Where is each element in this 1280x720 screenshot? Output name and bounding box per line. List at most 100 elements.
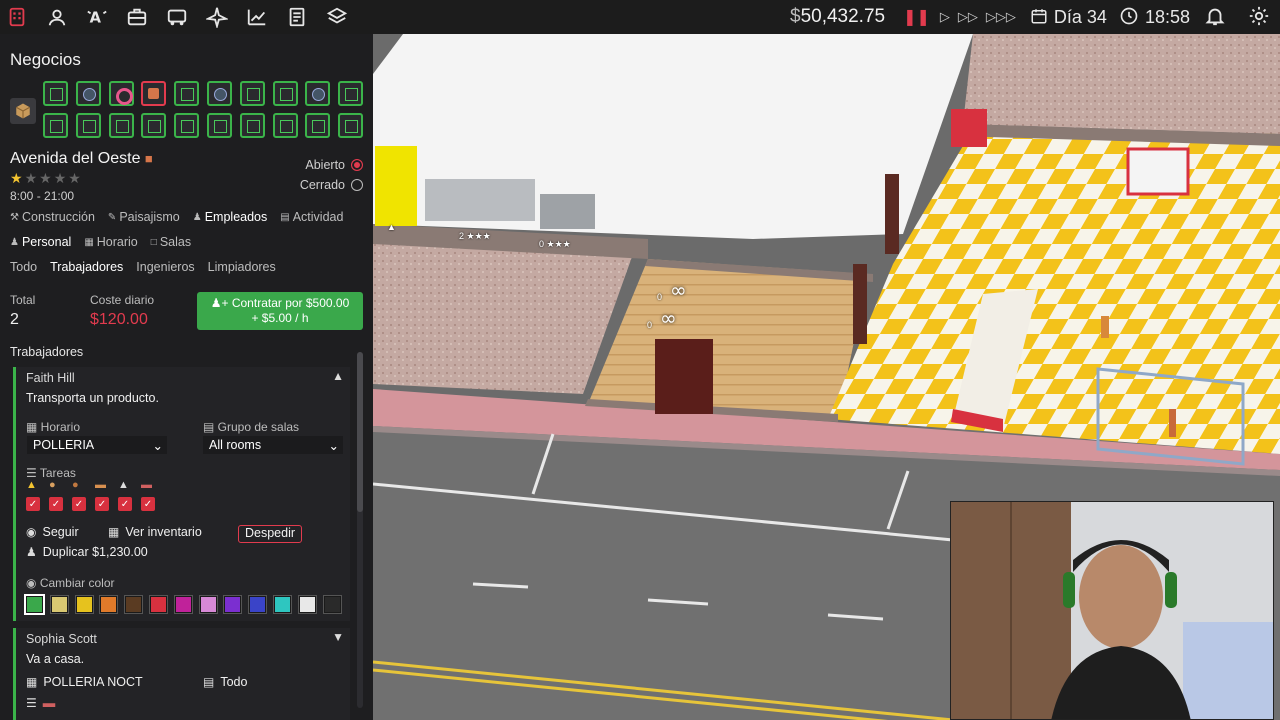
business-slot[interactable] bbox=[239, 81, 265, 106]
color-swatch[interactable] bbox=[198, 595, 218, 614]
filter-limpiadores[interactable]: Limpiadores bbox=[208, 260, 276, 274]
business-slot[interactable] bbox=[207, 81, 232, 106]
person-face bbox=[1079, 545, 1163, 649]
color-swatch[interactable] bbox=[297, 595, 317, 614]
business-slot[interactable] bbox=[108, 113, 134, 138]
hire-line1: Contratar por $500.00 bbox=[231, 296, 350, 310]
schedule-value: POLLERIA NOCT bbox=[43, 675, 143, 689]
open-radio[interactable] bbox=[351, 159, 363, 171]
business-slot[interactable] bbox=[338, 81, 364, 106]
color-swatch[interactable] bbox=[99, 595, 119, 614]
user-switch-icon[interactable] bbox=[40, 0, 74, 34]
color-swatch[interactable] bbox=[248, 595, 268, 614]
tab-paisajismo[interactable]: ✎ Paisajismo bbox=[108, 210, 180, 224]
door[interactable] bbox=[655, 339, 713, 414]
hire-button[interactable]: ♟+ Contratar por $500.00 + $5.00 / h bbox=[197, 292, 363, 330]
fastest-forward-icon[interactable]: ▷▷▷ bbox=[986, 9, 1016, 25]
schedule-value: POLLERIA bbox=[33, 438, 95, 452]
tab-actividad[interactable]: ▤ Actividad bbox=[280, 210, 343, 224]
business-slot[interactable] bbox=[108, 81, 134, 106]
closed-radio[interactable] bbox=[351, 179, 363, 191]
chevron-down-icon[interactable]: ▼ bbox=[332, 630, 344, 644]
door-icon: ▤ bbox=[203, 420, 218, 434]
color-swatch[interactable] bbox=[223, 595, 243, 614]
document-icon[interactable] bbox=[280, 0, 314, 34]
businesses-icon[interactable] bbox=[0, 0, 34, 34]
notifications-icon[interactable] bbox=[1204, 5, 1226, 30]
webcam-overlay bbox=[950, 501, 1274, 720]
business-slot[interactable] bbox=[141, 81, 167, 106]
station-badge: 2 ★★★ bbox=[459, 231, 491, 241]
worker-figure[interactable] bbox=[1169, 409, 1176, 437]
task-checkbox[interactable]: ✓ bbox=[26, 497, 40, 511]
closed-option[interactable]: Cerrado bbox=[300, 178, 363, 192]
store-type-icon: ■ bbox=[144, 151, 153, 166]
color-swatch[interactable] bbox=[148, 595, 168, 614]
briefcase-icon[interactable] bbox=[120, 0, 154, 34]
star-icon: ★ bbox=[68, 170, 83, 186]
color-swatch[interactable] bbox=[49, 595, 69, 614]
tab-salas[interactable]: □ Salas bbox=[151, 235, 191, 249]
business-slot[interactable] bbox=[305, 81, 331, 106]
filter-todo[interactable]: Todo bbox=[10, 260, 37, 274]
settings-gear-icon[interactable] bbox=[1248, 5, 1270, 30]
business-slot[interactable] bbox=[272, 81, 298, 106]
business-slot[interactable] bbox=[174, 113, 200, 138]
filter-tabs: Todo Trabajadores Ingenieros Limpiadores bbox=[10, 260, 289, 274]
task-checkbox[interactable]: ✓ bbox=[49, 497, 63, 511]
room-group-select[interactable]: All rooms ⌄ bbox=[203, 436, 343, 454]
chart-icon[interactable] bbox=[240, 0, 274, 34]
business-slot[interactable] bbox=[43, 81, 68, 106]
follow-button[interactable]: ◉ Seguir bbox=[26, 525, 79, 539]
color-swatch[interactable] bbox=[173, 595, 193, 614]
closed-label: Cerrado bbox=[299, 178, 345, 192]
chevron-up-icon[interactable]: ▲ bbox=[332, 369, 344, 383]
tab-construccion[interactable]: ⚒ Construcción bbox=[10, 210, 95, 224]
business-slot[interactable] bbox=[75, 81, 101, 106]
layers-icon[interactable] bbox=[320, 0, 354, 34]
task-checkbox[interactable]: ✓ bbox=[72, 497, 86, 511]
filter-ingenieros[interactable]: Ingenieros bbox=[136, 260, 194, 274]
fast-forward-icon[interactable]: ▷▷ bbox=[958, 9, 978, 25]
business-slot[interactable] bbox=[305, 113, 331, 138]
door bbox=[885, 174, 899, 254]
marketing-icon[interactable]: A bbox=[80, 0, 114, 34]
task-checkbox[interactable]: ✓ bbox=[118, 497, 132, 511]
tab-horario[interactable]: ▦ Horario bbox=[84, 235, 137, 249]
business-slot[interactable] bbox=[272, 113, 298, 138]
tab-personal[interactable]: ♟ Personal bbox=[10, 235, 71, 249]
business-slot[interactable] bbox=[174, 81, 200, 106]
business-slot[interactable] bbox=[239, 113, 265, 138]
airplane-icon[interactable] bbox=[200, 0, 234, 34]
tab-label: Empleados bbox=[204, 210, 268, 224]
schedule-select[interactable]: POLLERIA ⌄ bbox=[27, 436, 167, 454]
duplicate-button[interactable]: ♟ Duplicar $1,230.00 bbox=[26, 545, 148, 559]
view-inventory-button[interactable]: ▦ Ver inventario bbox=[108, 525, 202, 539]
tab-empleados[interactable]: ♟ Empleados bbox=[193, 210, 268, 224]
play-icon[interactable]: ▷ bbox=[940, 9, 950, 25]
task-checkbox[interactable]: ✓ bbox=[95, 497, 109, 511]
business-slot[interactable] bbox=[75, 113, 101, 138]
hire-line2: + $5.00 / h bbox=[251, 311, 309, 325]
infinity-icon: ∞ bbox=[670, 278, 687, 302]
business-slot[interactable] bbox=[207, 113, 232, 138]
warehouse-box-icon[interactable] bbox=[10, 98, 36, 124]
palette-icon: ◉ bbox=[26, 576, 40, 590]
color-swatch[interactable] bbox=[74, 595, 94, 614]
worker-figure[interactable] bbox=[1101, 316, 1109, 338]
business-slot[interactable] bbox=[141, 113, 167, 138]
color-swatch[interactable] bbox=[272, 595, 292, 614]
filter-trabajadores[interactable]: Trabajadores bbox=[50, 260, 123, 274]
fire-button[interactable]: Despedir bbox=[238, 525, 302, 543]
workers-scrollbar[interactable] bbox=[357, 352, 363, 708]
vehicles-icon[interactable] bbox=[160, 0, 194, 34]
color-swatch[interactable] bbox=[124, 595, 144, 614]
business-slot[interactable] bbox=[338, 113, 364, 138]
open-option[interactable]: Abierto bbox=[305, 158, 363, 172]
color-swatch[interactable] bbox=[322, 595, 342, 614]
color-swatch[interactable] bbox=[24, 594, 45, 615]
scrollbar-thumb[interactable] bbox=[357, 352, 363, 512]
business-slot[interactable] bbox=[43, 113, 68, 138]
task-checkbox[interactable]: ✓ bbox=[141, 497, 155, 511]
pause-icon[interactable]: ❚❚ bbox=[903, 7, 930, 27]
